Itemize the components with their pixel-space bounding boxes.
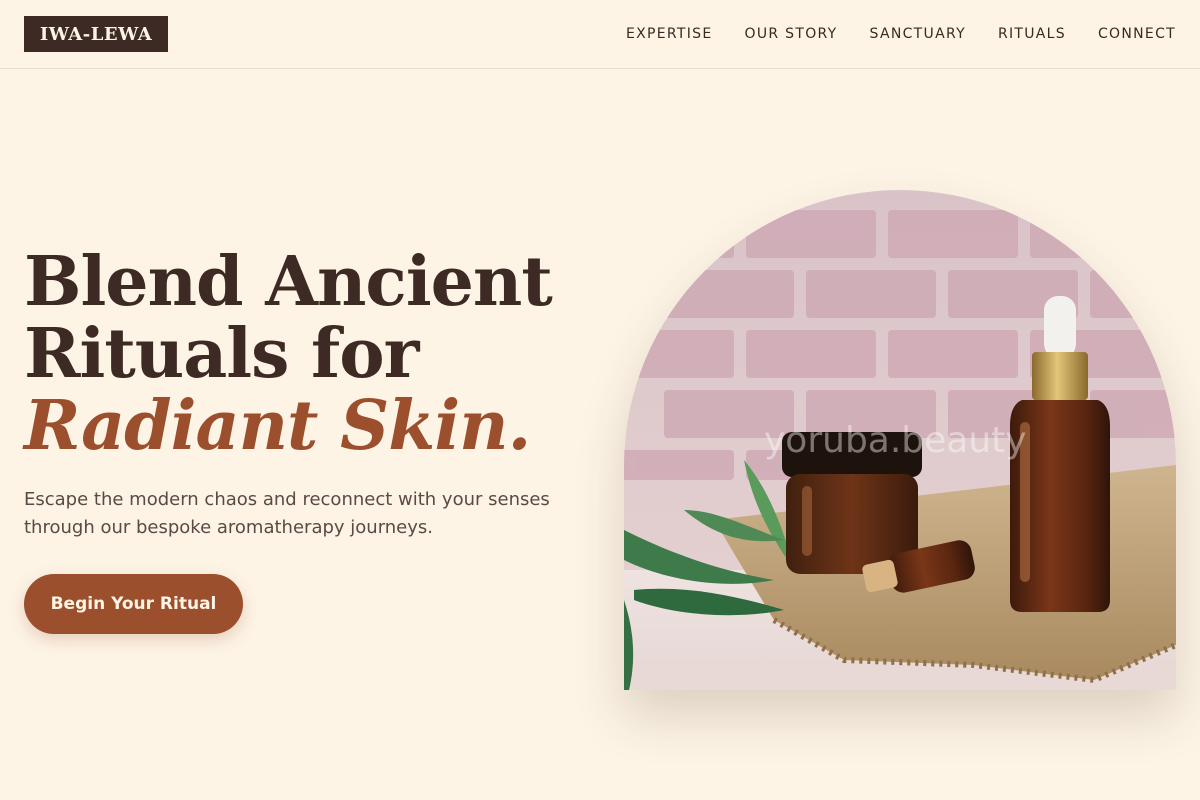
nav-item-rituals[interactable]: RITUALS (998, 26, 1066, 42)
nav-item-expertise[interactable]: EXPERTISE (626, 26, 713, 42)
image-watermark: yoruba.beauty (764, 420, 1027, 461)
main-nav: EXPERTISE OUR STORY SANCTUARY RITUALS CO… (626, 0, 1176, 68)
hero-product-image: yoruba.beauty (624, 190, 1176, 690)
headline-line-2: Rituals for (24, 314, 419, 394)
hero-subtext: Escape the modern chaos and reconnect wi… (24, 489, 550, 538)
site-header: IWA-LEWA EXPERTISE OUR STORY SANCTUARY R… (0, 0, 1200, 69)
headline-line-1: Blend Ancient (24, 242, 553, 322)
nav-item-sanctuary[interactable]: SANCTUARY (870, 26, 966, 42)
headline-accent: Radiant Skin. (24, 386, 531, 466)
nav-item-connect[interactable]: CONNECT (1098, 26, 1176, 42)
hero-headline: Blend Ancient Rituals for Radiant Skin. (24, 246, 584, 462)
brand-logo[interactable]: IWA-LEWA (24, 16, 168, 52)
begin-ritual-button[interactable]: Begin Your Ritual (24, 574, 243, 634)
nav-item-our-story[interactable]: OUR STORY (745, 26, 838, 42)
